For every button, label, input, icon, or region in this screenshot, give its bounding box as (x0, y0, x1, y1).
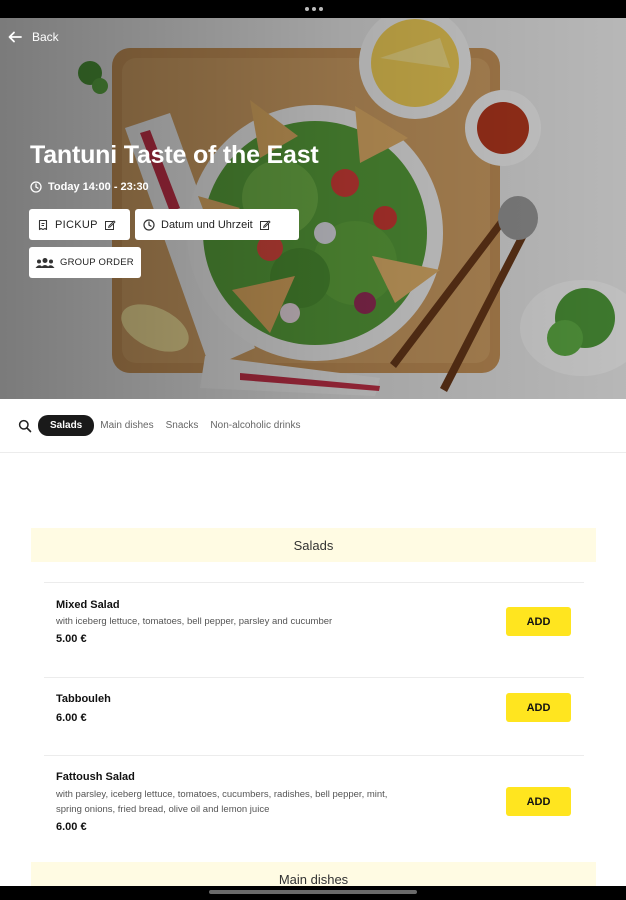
add-button[interactable]: ADD (506, 787, 571, 816)
clock-icon (30, 181, 42, 193)
home-indicator[interactable] (209, 890, 417, 894)
tab-non-alcoholic-drinks[interactable]: Non-alcoholic drinks (210, 420, 300, 431)
back-button[interactable]: Back (8, 30, 59, 44)
status-bar (0, 0, 626, 18)
datetime-label: Datum und Uhrzeit (161, 218, 253, 231)
menu-item: Mixed Salad with iceberg lettuce, tomato… (44, 582, 584, 677)
arrow-left-icon (8, 31, 22, 43)
add-button[interactable]: ADD (506, 693, 571, 722)
menu-item: Fattoush Salad with parsley, iceberg let… (44, 755, 584, 855)
add-button[interactable]: ADD (506, 607, 571, 636)
group-order-label: GROUP ORDER (60, 257, 134, 268)
pickup-button[interactable]: PICKUP (29, 209, 130, 240)
back-label: Back (32, 30, 59, 44)
pickup-label: PICKUP (55, 218, 98, 231)
search-icon[interactable] (18, 419, 32, 433)
category-tabs: Salads Main dishes Snacks Non-alcoholic … (0, 399, 626, 453)
tab-salads[interactable]: Salads (38, 415, 95, 436)
tab-main-dishes[interactable]: Main dishes (100, 420, 153, 431)
item-name: Fattoush Salad (56, 771, 135, 783)
datetime-button[interactable]: Datum und Uhrzeit (135, 209, 299, 240)
menu-item: Tabbouleh 6.00 € ADD (44, 677, 584, 755)
group-order-button[interactable]: GROUP ORDER (29, 247, 141, 278)
item-price: 6.00 € (56, 821, 87, 833)
hours-text: Today 14:00 - 23:30 (48, 181, 149, 193)
item-price: 5.00 € (56, 633, 87, 645)
users-icon (35, 257, 55, 268)
tab-snacks[interactable]: Snacks (166, 420, 199, 431)
bottom-system-bar (0, 886, 626, 900)
restaurant-name: Tantuni Taste of the East (30, 141, 319, 169)
edit-icon (259, 219, 271, 230)
menu-content: Salads Main dishes Snacks Non-alcoholic … (0, 399, 626, 886)
item-description: with parsley, iceberg lettuce, tomatoes,… (56, 789, 388, 815)
edit-icon (104, 219, 116, 230)
multitask-dots-icon[interactable] (305, 7, 323, 11)
clock-icon (143, 218, 155, 231)
opening-hours: Today 14:00 - 23:30 (30, 181, 149, 193)
item-price: 6.00 € (56, 712, 87, 724)
section-header-salads: Salads (31, 528, 596, 562)
receipt-icon (38, 219, 48, 230)
item-name: Mixed Salad (56, 599, 120, 611)
hero-banner: Back Tantuni Taste of the East Today 14:… (0, 18, 626, 399)
item-name: Tabbouleh (56, 693, 111, 705)
section-header-main-dishes: Main dishes (31, 862, 596, 886)
item-description: with iceberg lettuce, tomatoes, bell pep… (56, 616, 333, 627)
